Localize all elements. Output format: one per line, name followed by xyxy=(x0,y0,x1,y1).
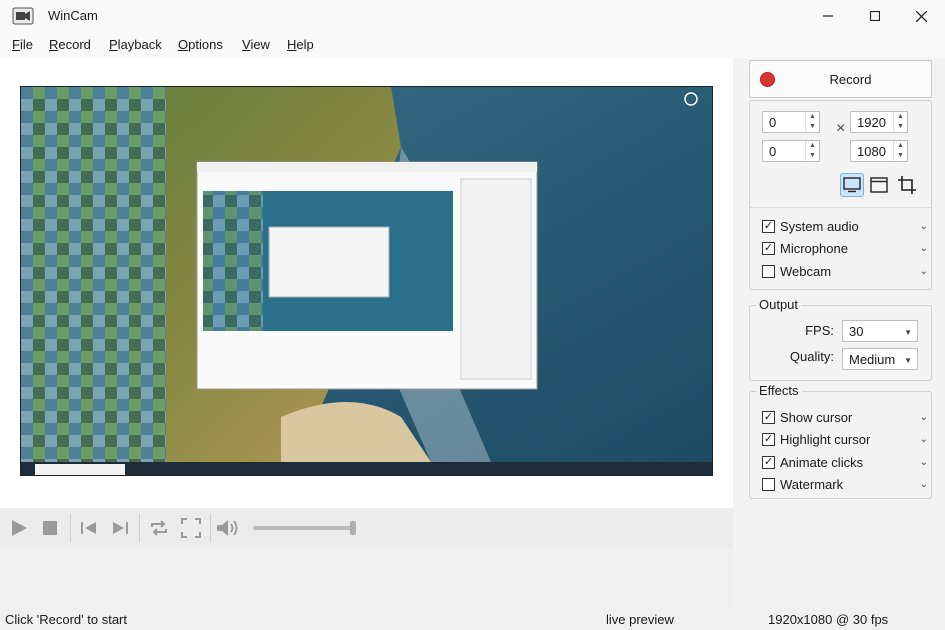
chevron-down-icon[interactable]: ⌄ xyxy=(920,434,928,445)
stop-icon xyxy=(43,521,57,535)
chevron-down-icon[interactable]: ⌄ xyxy=(920,457,928,468)
chevron-down-icon[interactable]: ⌄ xyxy=(920,221,928,232)
status-message: Click 'Record' to start xyxy=(5,612,127,627)
checkbox[interactable]: ✓ xyxy=(762,433,775,446)
quality-label: Quality: xyxy=(789,349,834,364)
checkbox[interactable]: ✓ xyxy=(762,242,775,255)
volume-fill xyxy=(253,526,353,530)
live-preview-screen xyxy=(20,86,713,476)
volume-button[interactable] xyxy=(216,516,240,540)
record-button[interactable]: Record xyxy=(749,60,932,98)
effect-show-cursor[interactable]: ✓ Show cursor ⌄ xyxy=(762,408,928,428)
chevron-down-icon[interactable]: ⌄ xyxy=(920,479,928,490)
chevron-down-icon[interactable]: ⌄ xyxy=(920,412,928,423)
status-mode: live preview xyxy=(606,612,674,627)
play-button[interactable] xyxy=(7,516,31,540)
fps-select[interactable]: 30 ▼ xyxy=(842,320,918,342)
loop-icon xyxy=(151,520,167,536)
effects-legend: Effects xyxy=(756,383,802,398)
menu-help[interactable]: Help xyxy=(287,37,314,52)
spin-arrows-icon[interactable]: ▲ ▼ xyxy=(805,112,819,132)
spin-arrows-icon[interactable]: ▲ ▼ xyxy=(805,141,819,161)
title-bar: WinCam xyxy=(0,0,945,32)
effects-group: Effects ✓ Show cursor ⌄ ✓ Highlight curs… xyxy=(749,383,932,499)
maximize-button[interactable] xyxy=(852,0,898,32)
checkbox[interactable]: ✓ xyxy=(762,411,775,424)
window-icon xyxy=(870,177,888,193)
divider xyxy=(139,514,140,542)
loop-button[interactable] xyxy=(147,516,171,540)
divider xyxy=(70,514,71,542)
chevron-down-icon[interactable]: ⌄ xyxy=(920,266,928,277)
effect-highlight-cursor[interactable]: ✓ Highlight cursor ⌄ xyxy=(762,430,928,450)
skip-start-icon xyxy=(81,522,96,534)
output-group: Output FPS: 30 ▼ Quality: Medium ▼ xyxy=(749,297,932,381)
effect-animate-clicks[interactable]: ✓ Animate clicks ⌄ xyxy=(762,453,928,473)
camera-icon xyxy=(12,7,34,25)
divider xyxy=(750,207,931,208)
fullscreen-button[interactable] xyxy=(179,516,203,540)
desktop-preview-image xyxy=(21,87,712,475)
chevron-down-icon: ▼ xyxy=(904,356,912,365)
volume-thumb[interactable] xyxy=(349,521,356,535)
status-resolution: 1920x1080 @ 30 fps xyxy=(768,612,889,627)
checkbox[interactable]: ✓ xyxy=(762,456,775,469)
crop-icon xyxy=(898,176,916,194)
capture-region-group: 0 ▲ ▼ 0 ▲ ▼ × 1920 ▲ ▼ 1080 ▲ ▼ ✓ System aud… xyxy=(749,100,932,290)
region-width-input[interactable]: 1920 ▲ ▼ xyxy=(850,111,908,133)
speaker-icon xyxy=(217,520,238,536)
menu-playback[interactable]: Playback xyxy=(109,37,162,52)
skip-start-button[interactable] xyxy=(77,516,101,540)
minimize-icon xyxy=(823,15,833,17)
menu-view[interactable]: View xyxy=(242,37,270,52)
menu-bar: File Record Playback Options View Help xyxy=(0,32,945,58)
region-height-input[interactable]: 1080 ▲ ▼ xyxy=(850,140,908,162)
chevron-down-icon[interactable]: ⌄ xyxy=(920,243,928,254)
stop-button[interactable] xyxy=(38,516,62,540)
volume-slider[interactable] xyxy=(253,521,356,535)
close-icon xyxy=(915,10,927,22)
sidebar: Record 0 ▲ ▼ 0 ▲ ▼ × 1920 ▲ ▼ 1080 ▲ ▼ ✓… xyxy=(733,58,945,608)
player-footer xyxy=(0,548,733,608)
divider xyxy=(210,514,211,542)
skip-end-icon xyxy=(113,522,128,534)
effect-watermark[interactable]: Watermark ⌄ xyxy=(762,475,928,495)
capture-region-button[interactable] xyxy=(895,173,919,197)
capture-screen-button[interactable] xyxy=(840,173,864,197)
status-bar: Click 'Record' to start live preview 192… xyxy=(0,608,945,630)
spin-arrows-icon[interactable]: ▲ ▼ xyxy=(893,141,907,161)
checkbox[interactable]: ✓ xyxy=(762,220,775,233)
region-x-input[interactable]: 0 ▲ ▼ xyxy=(762,111,820,133)
source-microphone[interactable]: ✓ Microphone ⌄ xyxy=(762,239,928,259)
skip-end-button[interactable] xyxy=(108,516,132,540)
play-icon xyxy=(12,520,27,536)
chevron-down-icon: ▼ xyxy=(904,328,912,337)
checkbox[interactable] xyxy=(762,478,775,491)
times-sign: × xyxy=(836,120,846,137)
spin-arrows-icon[interactable]: ▲ ▼ xyxy=(893,112,907,132)
menu-record[interactable]: Record xyxy=(49,37,91,52)
output-legend: Output xyxy=(756,297,802,312)
menu-options[interactable]: Options xyxy=(178,37,223,52)
checkbox[interactable] xyxy=(762,265,775,278)
menu-file[interactable]: File xyxy=(12,37,33,52)
monitor-icon xyxy=(843,177,861,193)
close-button[interactable] xyxy=(898,0,944,32)
preview-area xyxy=(0,58,733,508)
source-webcam[interactable]: Webcam ⌄ xyxy=(762,262,928,282)
minimize-button[interactable] xyxy=(805,0,851,32)
maximize-icon xyxy=(870,11,880,21)
source-system-audio[interactable]: ✓ System audio ⌄ xyxy=(762,217,928,237)
fullscreen-icon xyxy=(181,518,201,538)
quality-select[interactable]: Medium ▼ xyxy=(842,348,918,370)
capture-window-button[interactable] xyxy=(867,173,891,197)
fps-label: FPS: xyxy=(805,323,834,338)
window-title: WinCam xyxy=(48,8,98,23)
region-y-input[interactable]: 0 ▲ ▼ xyxy=(762,140,820,162)
playback-controls xyxy=(0,508,733,548)
